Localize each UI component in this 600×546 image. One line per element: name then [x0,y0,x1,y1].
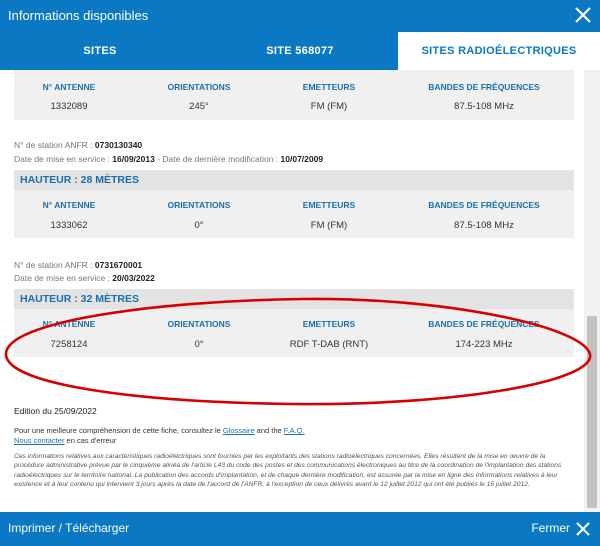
edition-date: Edition du 25/09/2022 [14,406,97,416]
close-icon[interactable] [574,520,592,538]
station-number: N° de station ANFR : 0730130340 [14,140,143,150]
scrollbar-thumb[interactable] [587,316,597,508]
height-header: HAUTEUR : 28 MÈTRES [14,170,574,190]
station-dates: Date de mise en service : 16/09/2013 - D… [14,154,324,164]
legal-notice: Ces informations relatives aux caractéri… [14,453,562,489]
cell-band: 174-223 MHz [455,339,513,350]
tab-site-568077[interactable]: SITE 568077 [200,32,400,70]
cell-orientation: 0° [194,220,204,231]
column-header-emitters: EMETTEURS [302,82,356,92]
cell-emitter: FM (FM) [310,101,348,112]
service-date: 16/09/2013 [112,154,155,164]
close-icon[interactable] [572,4,594,26]
dialog-titlebar: Informations disponibles [0,0,600,32]
help-text: Pour une meilleure compréhension de cett… [14,426,305,445]
column-header-antenna: N° ANTENNE [42,200,96,210]
cell-emitter: RDF T-DAB (RNT) [289,339,369,350]
column-header-orientations: ORIENTATIONS [167,200,231,210]
modified-date: 10/07/2009 [280,154,324,164]
close-button[interactable]: Fermer [531,521,570,535]
column-header-antenna: N° ANTENNE [42,82,96,92]
column-header-bands: BANDES DE FRÉQUENCES [428,82,540,92]
tab-sites[interactable]: SITES [0,32,200,70]
tab-bar: SITES SITE 568077 SITES RADIOÉLECTRIQUES [0,32,600,70]
dialog-footer: Imprimer / Télécharger Fermer [0,512,600,546]
faq-link[interactable]: F.A.Q. [284,426,305,435]
column-header-bands: BANDES DE FRÉQUENCES [428,200,540,210]
cell-antenna: 1333062 [50,220,88,231]
antenna-table: N° ANTENNE ORIENTATIONS EMETTEURS BANDES… [14,70,574,120]
column-header-antenna: N° ANTENNE [42,319,96,329]
print-download-button[interactable]: Imprimer / Télécharger [8,521,129,535]
cell-emitter: FM (FM) [310,220,348,231]
antenna-table: N° ANTENNE ORIENTATIONS EMETTEURS BANDES… [14,309,574,357]
column-header-orientations: ORIENTATIONS [167,82,231,92]
station-number: N° de station ANFR : 0731670001 [14,260,143,270]
column-header-emitters: EMETTEURS [302,200,356,210]
service-date: 20/03/2022 [112,273,155,283]
height-header: HAUTEUR : 32 MÈTRES [14,289,574,309]
content-panel: N° ANTENNE ORIENTATIONS EMETTEURS BANDES… [0,70,584,512]
cell-band: 87.5-108 MHz [454,101,514,112]
cell-orientation: 245° [189,101,209,112]
glossary-link[interactable]: Glossaire [223,426,255,435]
column-header-orientations: ORIENTATIONS [167,319,231,329]
station-number-value: 0731670001 [94,260,143,270]
column-header-bands: BANDES DE FRÉQUENCES [428,319,540,329]
station-number-value: 0730130340 [94,140,143,150]
dialog-title: Informations disponibles [8,8,149,23]
tab-sites-radioelectriques[interactable]: SITES RADIOÉLECTRIQUES [398,32,600,70]
cell-band: 87.5-108 MHz [454,220,514,231]
antenna-table: N° ANTENNE ORIENTATIONS EMETTEURS BANDES… [14,190,574,238]
column-header-emitters: EMETTEURS [302,319,356,329]
cell-antenna: 1332089 [50,101,88,112]
station-dates: Date de mise en service : 20/03/2022 [14,273,155,283]
cell-orientation: 0° [194,339,204,350]
contact-link[interactable]: Nous contacter [14,436,64,445]
cell-antenna: 7258124 [50,339,88,350]
